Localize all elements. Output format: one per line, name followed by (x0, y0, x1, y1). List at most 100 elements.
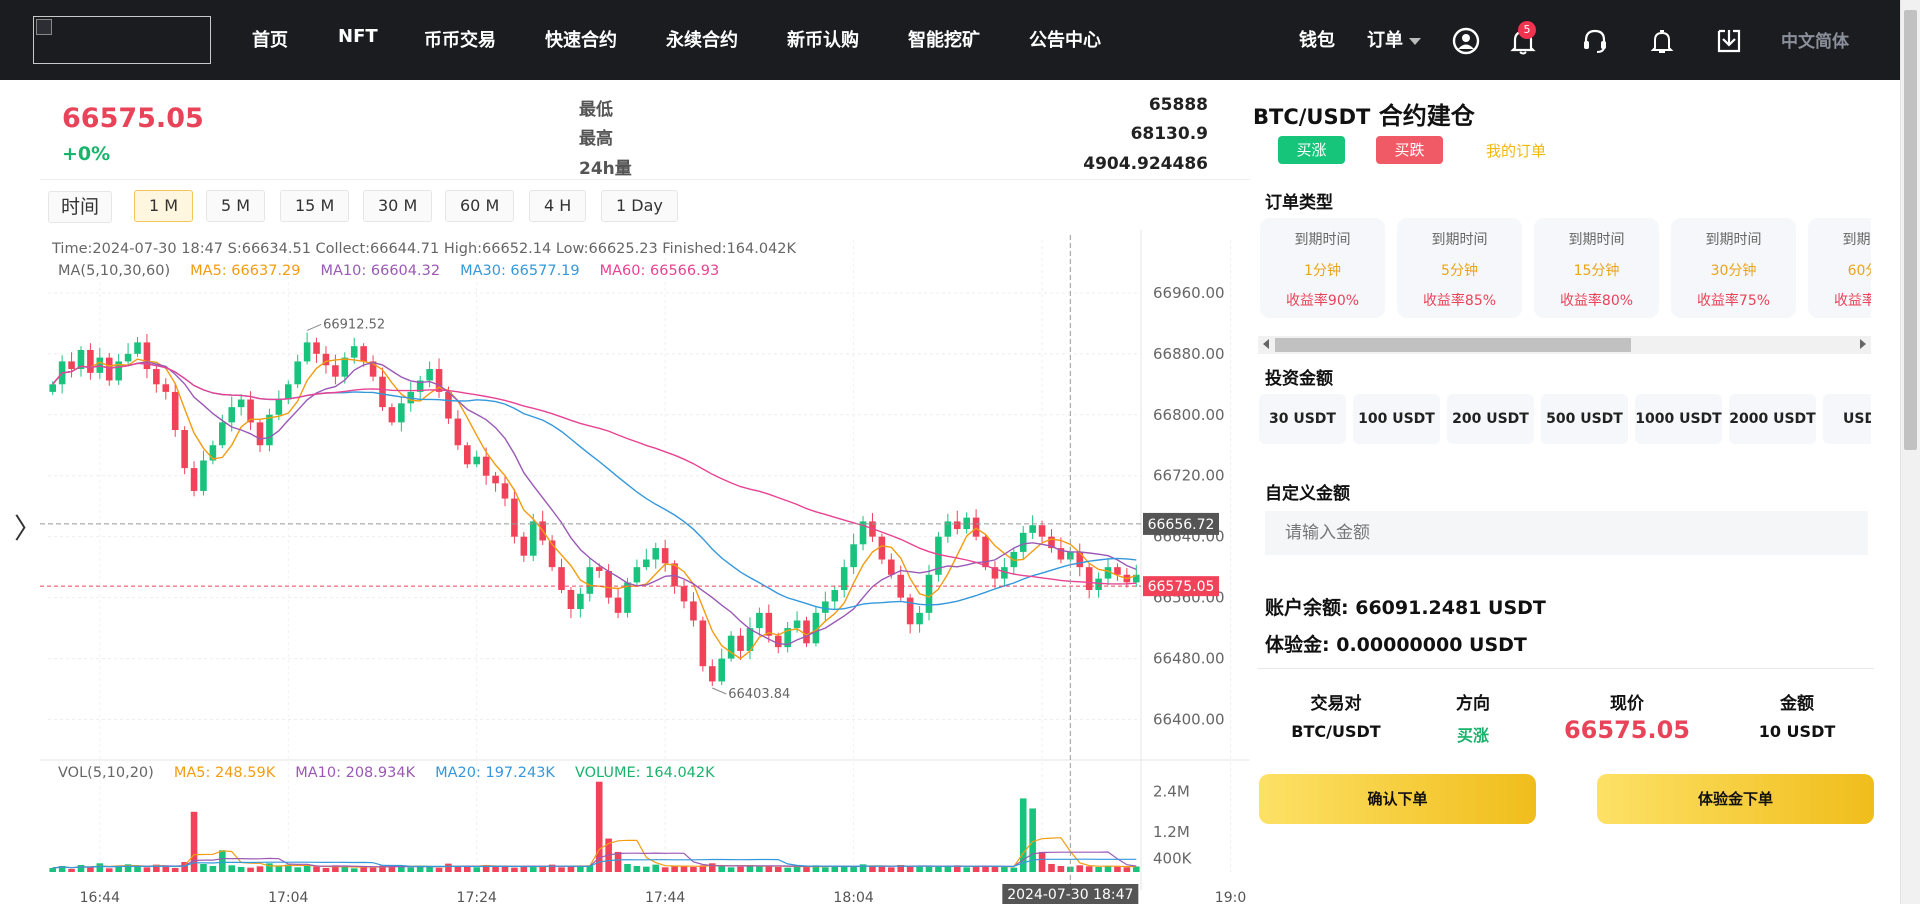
expand-sidebar-arrow-icon[interactable]: 〉 (14, 507, 42, 547)
period-card-5min[interactable]: 到期时间 5分钟 收益率85% (1397, 218, 1522, 318)
candle-body (360, 346, 367, 362)
amount-chip-2000[interactable]: 2000 USDT (1729, 394, 1816, 444)
volume-bar (96, 863, 104, 872)
volume-bar (1010, 867, 1018, 872)
timeframe-15m-button[interactable]: 15 M (280, 190, 350, 222)
volume-bar (1114, 866, 1121, 872)
volume-bar (1132, 866, 1140, 872)
timeframe-5m-button[interactable]: 5 M (206, 190, 266, 222)
period-label: 到期时间 (1568, 232, 1625, 248)
nav-perpetual-contract[interactable]: 永续合约 (666, 26, 738, 52)
timeframe-4h-button[interactable]: 4 H (529, 190, 587, 222)
language-selector[interactable]: 中文简体 (1781, 27, 1849, 52)
timeframe-1day-button[interactable]: 1 Day (601, 190, 678, 222)
scroll-right-arrow-icon[interactable] (1860, 339, 1866, 349)
page-scrollbar-thumb[interactable] (1904, 10, 1917, 450)
candle-body (708, 666, 716, 682)
period-card-1min[interactable]: 到期时间 1分钟 收益率90% (1260, 218, 1385, 318)
period-label: 到期时间 (1705, 232, 1762, 248)
logo-image-broken[interactable] (33, 16, 211, 64)
period-scrollbar[interactable] (1258, 336, 1871, 354)
headset-icon[interactable] (1578, 24, 1612, 58)
custom-amount-input[interactable] (1265, 511, 1868, 555)
trial-order-button[interactable]: 体验金下单 (1597, 774, 1874, 824)
candle-body (727, 635, 735, 659)
volume-bar (1029, 808, 1036, 872)
min-price-label: 66403.84 (728, 687, 790, 702)
volume-bar (313, 866, 320, 872)
candle-body (586, 567, 594, 594)
summary-pair-value: BTC/USDT (1291, 722, 1381, 741)
chart-info-line: Time:2024-07-30 18:47 S:66634.51 Collect… (51, 241, 797, 257)
nav-spot-trading[interactable]: 币币交易 (424, 26, 496, 52)
timeframe-60m-button[interactable]: 60 M (445, 190, 515, 222)
user-icon[interactable] (1449, 24, 1483, 58)
broken-image-icon (36, 19, 52, 35)
volume-bar (888, 867, 895, 872)
nav-new-coin-subscription[interactable]: 新币认购 (787, 26, 859, 52)
timeframe-1m-button[interactable]: 1 M (134, 190, 194, 222)
volume-bar (803, 866, 810, 872)
nav-orders-dropdown[interactable]: 订单 (1367, 26, 1421, 52)
candle-body (332, 365, 339, 377)
account-balance-row: 账户余额: 66091.2481 USDT (1265, 593, 1546, 620)
nav-quick-contract[interactable]: 快速合约 (545, 26, 617, 52)
amount-chip-200[interactable]: 200 USDT (1447, 394, 1534, 444)
candle-body (454, 418, 462, 446)
notification-badge: 5 (1518, 21, 1536, 39)
candle-body (661, 548, 669, 564)
my-orders-link[interactable]: 我的订单 (1486, 140, 1546, 161)
amount-chip-100[interactable]: 100 USDT (1353, 394, 1440, 444)
time-axis-tick-label: 16:44 (80, 890, 120, 904)
candle-body (294, 361, 301, 385)
volume-bar (219, 850, 226, 872)
volume-bar (1057, 865, 1065, 872)
candle-body (445, 391, 452, 419)
buy-up-button[interactable]: 买涨 (1278, 136, 1345, 164)
nav-wallet[interactable]: 钱包 (1299, 26, 1335, 52)
amount-chip-500[interactable]: 500 USDT (1541, 394, 1628, 444)
volume-bar (407, 867, 415, 872)
volume-bar (737, 866, 744, 872)
bell-outline-icon[interactable] (1645, 24, 1679, 58)
confirm-order-button[interactable]: 确认下单 (1259, 774, 1536, 824)
period-card-60min[interactable]: 到期时间 60分钟 收益率70% (1808, 218, 1871, 318)
price-axis-tick-label: 66800.00 (1153, 406, 1225, 424)
candle-body (1038, 525, 1046, 537)
ma-legend-item: MA5: 66637.29 (190, 263, 300, 279)
amount-chip-more[interactable]: USDT (1823, 394, 1871, 444)
price-axis-tick-label: 66960.00 (1153, 284, 1225, 302)
period-card-15min[interactable]: 到期时间 15分钟 收益率80% (1534, 218, 1659, 318)
scroll-left-arrow-icon[interactable] (1263, 339, 1269, 349)
candle-body (831, 590, 839, 602)
amount-chip-1000[interactable]: 1000 USDT (1635, 394, 1722, 444)
candle-body (511, 498, 518, 537)
buy-down-button[interactable]: 买跌 (1376, 136, 1443, 164)
period-card-30min[interactable]: 到期时间 30分钟 收益率75% (1671, 218, 1796, 318)
period-scrollbar-thumb[interactable] (1275, 338, 1631, 352)
candle-body (906, 597, 914, 625)
nav-nft[interactable]: NFT (338, 26, 378, 47)
nav-home[interactable]: 首页 (252, 26, 288, 52)
candle-body (190, 468, 198, 491)
volume-bar (680, 866, 688, 872)
custom-amount-label: 自定义金额 (1265, 484, 1350, 504)
crosshair-time-label: 2024-07-30 18:47 (1007, 887, 1133, 903)
page-scrollbar[interactable] (1900, 0, 1920, 904)
min-marker-line (712, 687, 727, 695)
download-icon[interactable] (1712, 24, 1746, 58)
period-time: 15分钟 (1573, 263, 1620, 279)
timeframe-30m-button[interactable]: 30 M (363, 190, 433, 222)
candle-body (492, 475, 499, 484)
candlestick-chart[interactable]: 66960.0066880.0066800.0066720.0066640.00… (40, 230, 1250, 904)
candle-body (219, 422, 226, 446)
nav-announcements[interactable]: 公告中心 (1029, 26, 1101, 52)
volume-bar (643, 866, 650, 872)
candle-body (350, 346, 358, 358)
candle-body (793, 620, 801, 629)
candle-body (774, 635, 782, 648)
time-axis-tick-label: 19:0 (1215, 890, 1246, 904)
volume-bar (1048, 863, 1055, 872)
nav-smart-mining[interactable]: 智能挖矿 (908, 26, 980, 52)
amount-chip-30[interactable]: 30 USDT (1259, 394, 1346, 444)
